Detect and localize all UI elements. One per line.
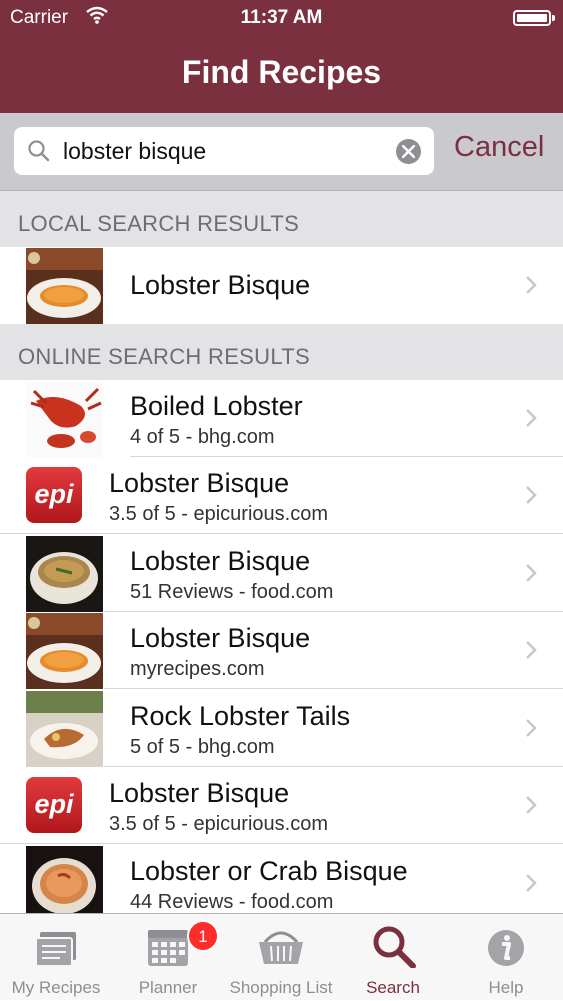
list-item[interactable]: Rock Lobster Tails 5 of 5 - bhg.com (0, 690, 563, 767)
notification-badge: 1 (187, 920, 219, 952)
tab-search[interactable]: Search (337, 914, 449, 1001)
section-header-online: ONLINE SEARCH RESULTS (0, 324, 563, 380)
list-item[interactable]: Boiled Lobster 4 of 5 - bhg.com (0, 380, 563, 457)
recipe-title: Lobster Bisque (130, 623, 311, 653)
recipe-source: myrecipes.com (130, 658, 265, 680)
chevron-right-icon (525, 718, 537, 743)
chevron-right-icon (525, 485, 537, 510)
tab-planner[interactable]: 1 Planner (112, 914, 224, 1001)
recipe-source: 51 Reviews - food.com (130, 581, 334, 603)
section-title: ONLINE SEARCH RESULTS (18, 344, 310, 369)
chevron-right-icon (525, 640, 537, 665)
status-bar: Carrier 11:37 AM (0, 0, 563, 36)
epicurious-logo: epi (26, 467, 82, 523)
recipe-title: Boiled Lobster (130, 391, 303, 421)
recipe-thumbnail (26, 613, 103, 689)
tab-help[interactable]: Help (450, 914, 562, 1001)
recipe-source: 3.5 of 5 - epicurious.com (109, 503, 328, 525)
search-bar: lobster bisque Cancel (0, 113, 563, 191)
list-item[interactable]: epi Lobster Bisque 3.5 of 5 - epicurious… (0, 767, 563, 844)
recipe-title: Lobster or Crab Bisque (130, 856, 408, 886)
navigation-bar: Carrier 11:37 AM Find Recipes (0, 0, 563, 113)
recipe-source: 4 of 5 - bhg.com (130, 426, 275, 448)
chevron-right-icon (525, 873, 537, 898)
section-title: LOCAL SEARCH RESULTS (18, 211, 300, 236)
recipe-title: Lobster Bisque (130, 546, 311, 576)
recipe-title: Lobster Bisque (130, 270, 311, 300)
chevron-right-icon (525, 408, 537, 433)
cancel-button[interactable]: Cancel (454, 131, 544, 164)
page-title: Find Recipes (181, 54, 382, 90)
recipe-thumbnail (26, 536, 103, 612)
basket-icon (225, 924, 337, 968)
recipe-thumbnail (26, 846, 103, 922)
list-item[interactable]: Lobster Bisque (0, 247, 563, 324)
recipe-title: Lobster Bisque (109, 778, 290, 808)
search-query[interactable]: lobster bisque (63, 138, 206, 165)
magnifier-icon (337, 924, 449, 969)
recipe-thumbnail (26, 691, 103, 767)
list-item[interactable]: Lobster Bisque myrecipes.com (0, 612, 563, 689)
recipe-thumbnail (26, 248, 103, 324)
clear-search-icon[interactable] (396, 139, 421, 164)
epicurious-logo: epi (26, 777, 82, 833)
recipe-thumbnail (26, 381, 103, 457)
info-icon (450, 924, 562, 968)
search-input[interactable]: lobster bisque (14, 127, 434, 175)
battery-icon (513, 10, 555, 26)
search-icon (27, 139, 51, 168)
section-header-local: LOCAL SEARCH RESULTS (0, 191, 563, 247)
recipe-cards-icon (0, 924, 112, 968)
tab-shopping-list[interactable]: Shopping List (225, 914, 337, 1001)
clock: 11:37 AM (240, 7, 323, 28)
list-item[interactable]: epi Lobster Bisque 3.5 of 5 - epicurious… (0, 457, 563, 534)
chevron-right-icon (525, 563, 537, 588)
chevron-right-icon (525, 795, 537, 820)
recipe-source: 44 Reviews - food.com (130, 891, 334, 913)
recipe-source: 3.5 of 5 - epicurious.com (109, 813, 328, 835)
tab-label: Help (488, 978, 524, 997)
list-item[interactable]: Lobster or Crab Bisque 44 Reviews - food… (0, 845, 563, 922)
recipe-title: Lobster Bisque (109, 468, 290, 498)
recipe-source: 5 of 5 - bhg.com (130, 736, 275, 758)
tab-my-recipes[interactable]: My Recipes (0, 914, 112, 1001)
recipe-title: Rock Lobster Tails (130, 701, 351, 731)
tab-bar: My Recipes 1 Planner Shopping List Searc… (0, 913, 563, 1000)
list-item[interactable]: Lobster Bisque 51 Reviews - food.com (0, 535, 563, 612)
chevron-right-icon (525, 275, 537, 300)
